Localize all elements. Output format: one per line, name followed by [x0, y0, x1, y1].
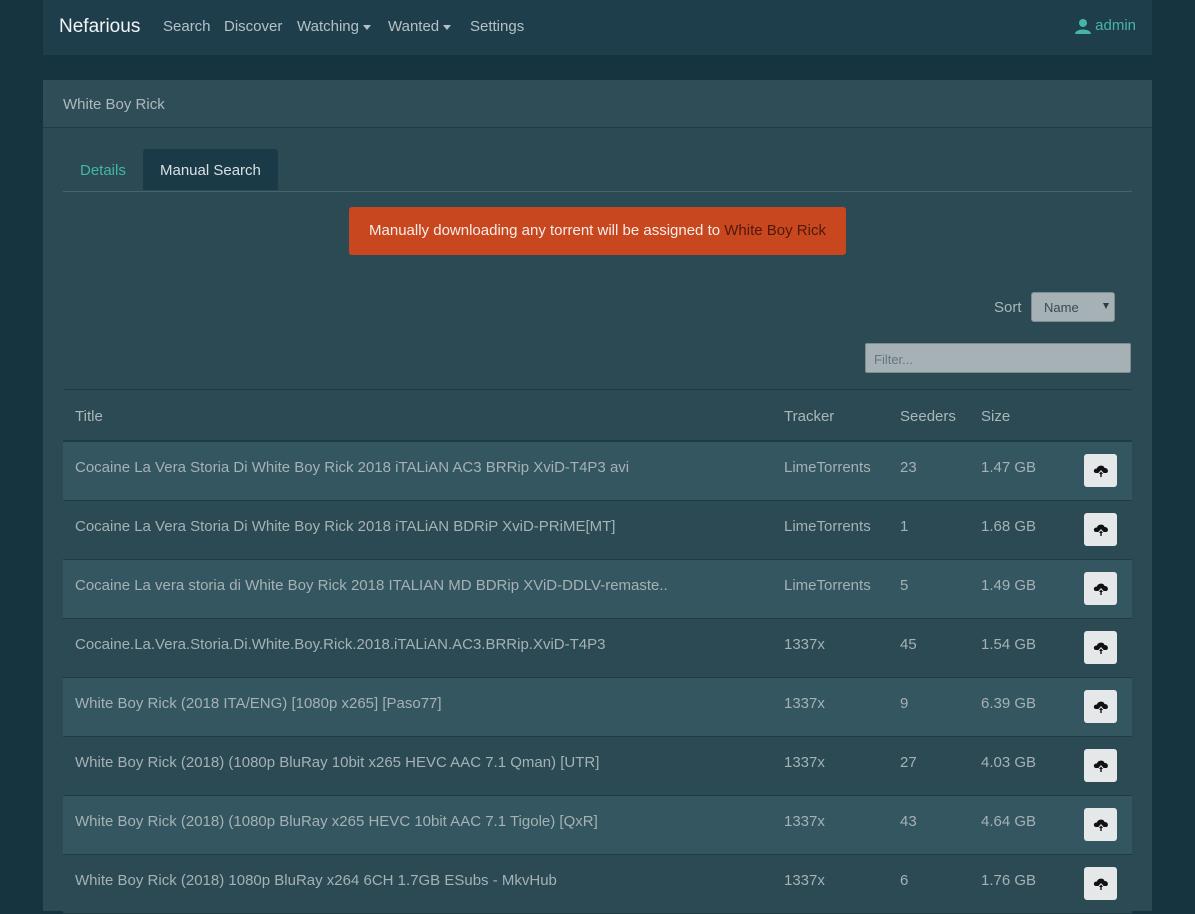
chevron-down-icon	[362, 24, 371, 30]
torrent-title: White Boy Rick (2018) (1080p BluRay 10bi…	[75, 754, 600, 771]
movie-title: White Boy Rick	[63, 96, 165, 113]
table-header: Title Tracker Seeders Size	[63, 389, 1132, 442]
tab-details[interactable]: Details	[63, 149, 143, 190]
torrent-size: 1.68 GB	[981, 518, 1037, 535]
alert-highlight: White Boy Rick	[724, 222, 826, 239]
movie-card: White Boy Rick Details Manual Search Man…	[43, 80, 1152, 914]
torrent-size: 1.54 GB	[981, 636, 1037, 653]
brand-link[interactable]: Nefarious	[59, 16, 140, 38]
sort-value: Name	[1044, 300, 1079, 315]
download-cloud-icon	[1093, 878, 1108, 891]
table-row: White Boy Rick (2018) (1080p BluRay x265…	[63, 796, 1132, 855]
torrent-title: White Boy Rick (2018 ITA/ENG) [1080p x26…	[75, 695, 442, 712]
nav-settings[interactable]: Settings	[470, 18, 524, 35]
download-button[interactable]	[1084, 808, 1117, 841]
torrent-seeders: 27	[900, 754, 917, 771]
torrent-tracker: 1337x	[784, 813, 825, 830]
torrent-title: White Boy Rick (2018) 1080p BluRay x264 …	[75, 872, 557, 889]
torrent-seeders: 43	[900, 813, 917, 830]
nav-discover[interactable]: Discover	[224, 18, 282, 35]
torrent-tracker: 1337x	[784, 754, 825, 771]
torrent-tracker: LimeTorrents	[784, 577, 871, 594]
torrent-seeders: 5	[900, 577, 909, 594]
filter-input[interactable]: Filter...	[865, 343, 1131, 373]
table-row: Cocaine La Vera Storia Di White Boy Rick…	[63, 442, 1132, 501]
download-button[interactable]	[1084, 513, 1117, 546]
table-row: Cocaine.La.Vera.Storia.Di.White.Boy.Rick…	[63, 619, 1132, 678]
nav-watching-dropdown[interactable]: Watching	[297, 18, 371, 35]
tabs: Details Manual Search	[63, 149, 1132, 192]
select-arrow-icon	[1103, 303, 1109, 309]
table-row: White Boy Rick (2018) 1080p BluRay x264 …	[63, 855, 1132, 914]
username: admin	[1095, 17, 1136, 34]
col-seeders[interactable]: Seeders	[900, 408, 956, 425]
download-cloud-icon	[1093, 583, 1108, 596]
sort-select[interactable]: Name	[1031, 292, 1115, 322]
user-icon	[1075, 18, 1092, 34]
torrent-size: 1.49 GB	[981, 577, 1037, 594]
tab-manual-search[interactable]: Manual Search	[143, 149, 278, 190]
torrent-size: 1.47 GB	[981, 459, 1037, 476]
torrent-size: 4.03 GB	[981, 754, 1037, 771]
filter-placeholder: Filter...	[874, 352, 914, 367]
torrent-tracker: 1337x	[784, 695, 825, 712]
torrent-size: 4.64 GB	[981, 813, 1037, 830]
torrent-seeders: 9	[900, 695, 909, 712]
download-cloud-icon	[1093, 760, 1108, 773]
torrent-tracker: LimeTorrents	[784, 459, 871, 476]
torrent-size: 6.39 GB	[981, 695, 1037, 712]
download-cloud-icon	[1093, 819, 1108, 832]
col-tracker[interactable]: Tracker	[784, 408, 834, 425]
download-cloud-icon	[1093, 701, 1108, 714]
torrent-seeders: 23	[900, 459, 917, 476]
download-cloud-icon	[1093, 465, 1108, 478]
user-menu[interactable]: admin	[1075, 17, 1136, 34]
download-button[interactable]	[1084, 690, 1117, 723]
download-button[interactable]	[1084, 749, 1117, 782]
table-row: Cocaine La vera storia di White Boy Rick…	[63, 560, 1132, 619]
results-table: Title Tracker Seeders Size Cocaine La Ve…	[63, 389, 1132, 914]
table-row: Cocaine La Vera Storia Di White Boy Rick…	[63, 501, 1132, 560]
torrent-tracker: 1337x	[784, 872, 825, 889]
torrent-title: Cocaine La Vera Storia Di White Boy Rick…	[75, 518, 616, 535]
sort-label: Sort	[994, 299, 1022, 316]
torrent-size: 1.76 GB	[981, 872, 1037, 889]
table-row: White Boy Rick (2018 ITA/ENG) [1080p x26…	[63, 678, 1132, 737]
torrent-seeders: 6	[900, 872, 909, 889]
download-button[interactable]	[1084, 572, 1117, 605]
nav-wanted-label: Wanted	[388, 18, 440, 35]
download-button[interactable]	[1084, 454, 1117, 487]
table-body: Cocaine La Vera Storia Di White Boy Rick…	[63, 442, 1132, 914]
alert-text: Manually downloading any torrent will be…	[369, 222, 725, 239]
download-button[interactable]	[1084, 631, 1117, 664]
torrent-seeders: 45	[900, 636, 917, 653]
chevron-down-icon	[443, 24, 452, 30]
torrent-title: White Boy Rick (2018) (1080p BluRay x265…	[75, 813, 598, 830]
download-cloud-icon	[1093, 524, 1108, 537]
table-row: White Boy Rick (2018) (1080p BluRay 10bi…	[63, 737, 1132, 796]
torrent-title: Cocaine La Vera Storia Di White Boy Rick…	[75, 459, 630, 476]
torrent-seeders: 1	[900, 518, 909, 535]
torrent-title: Cocaine.La.Vera.Storia.Di.White.Boy.Rick…	[75, 636, 606, 653]
download-button[interactable]	[1084, 867, 1117, 900]
nav-watching-label: Watching	[297, 18, 359, 35]
assignment-alert: Manually downloading any torrent will be…	[349, 207, 846, 255]
card-header: White Boy Rick	[43, 80, 1152, 128]
torrent-tracker: 1337x	[784, 636, 825, 653]
download-cloud-icon	[1093, 642, 1108, 655]
col-title[interactable]: Title	[75, 408, 103, 425]
torrent-tracker: LimeTorrents	[784, 518, 871, 535]
col-size[interactable]: Size	[981, 408, 1010, 425]
nav-wanted-dropdown[interactable]: Wanted	[388, 18, 452, 35]
navbar: Nefarious Search Discover Watching Wante…	[43, 0, 1152, 55]
nav-search[interactable]: Search	[163, 18, 211, 35]
torrent-title: Cocaine La vera storia di White Boy Rick…	[75, 577, 668, 594]
